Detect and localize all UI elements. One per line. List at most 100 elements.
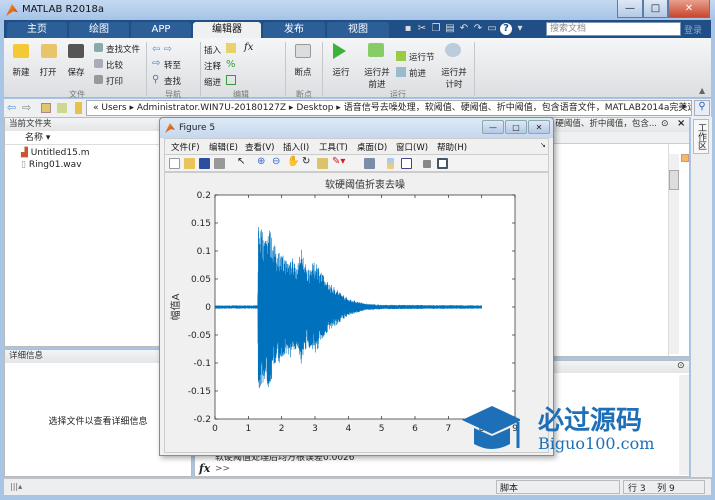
back-icon[interactable]: ⇦ ⇨ xyxy=(152,44,172,55)
menu-view[interactable]: 查看(V) xyxy=(245,141,274,153)
tab-editor[interactable]: 编辑器 xyxy=(193,22,261,38)
new-figure-icon[interactable] xyxy=(169,158,180,169)
copy-icon[interactable]: ❐ xyxy=(430,23,442,35)
login-link[interactable]: 登录 xyxy=(684,23,702,36)
menu-edit[interactable]: 编辑(E) xyxy=(209,141,238,153)
watermark-subtext: Biguo100.com xyxy=(538,434,655,453)
indent-icon[interactable] xyxy=(226,75,236,85)
back-icon[interactable]: ⇦ xyxy=(7,101,16,114)
menu-insert[interactable]: 插入(I) xyxy=(283,141,309,153)
fx-icon[interactable]: fx xyxy=(199,462,210,475)
chevron-down-icon[interactable]: ▾ xyxy=(514,23,526,35)
browse-folder-icon[interactable] xyxy=(57,103,67,113)
show-plot-tools-icon[interactable] xyxy=(437,158,448,169)
run-time-button[interactable]: 运行并 计时 xyxy=(437,66,471,90)
open-button[interactable]: 打开 xyxy=(35,66,61,78)
command-prompt[interactable]: >> xyxy=(215,464,230,474)
open-file-icon[interactable] xyxy=(184,158,195,169)
editor-scrollbar[interactable] xyxy=(669,154,679,354)
editor-options-icon[interactable]: ⊙ xyxy=(661,119,669,129)
dock-icon[interactable]: ↘ xyxy=(540,141,546,149)
save-button[interactable]: 保存 xyxy=(62,66,90,78)
status-grip-icon[interactable]: |||▴ xyxy=(10,482,22,491)
menu-help[interactable]: 帮助(H) xyxy=(437,141,467,153)
new-button[interactable]: 新建 xyxy=(8,66,34,78)
search-folder-icon[interactable]: ⚲ xyxy=(694,100,710,116)
tab-home[interactable]: 主页 xyxy=(7,22,67,38)
compare-button[interactable]: 比较 xyxy=(106,59,123,71)
zoom-out-icon[interactable]: ⊖ xyxy=(272,156,280,167)
tab-publish[interactable]: 发布 xyxy=(263,22,325,38)
data-cursor-icon[interactable] xyxy=(317,158,328,169)
maximize-button[interactable]: □ xyxy=(643,0,668,18)
divider xyxy=(285,42,286,96)
up-folder-icon[interactable] xyxy=(41,103,51,113)
pan-icon[interactable]: ✋ xyxy=(287,156,299,167)
command-scrollbar[interactable] xyxy=(679,375,689,475)
menu-desktop[interactable]: 桌面(D) xyxy=(357,141,387,153)
zoom-in-icon[interactable]: ⊕ xyxy=(257,156,265,167)
find-files-button[interactable]: 查找文件 xyxy=(106,43,140,55)
cut-icon[interactable]: ✂ xyxy=(416,23,428,35)
y-axis-label: 幅值A xyxy=(169,293,182,320)
tab-apps[interactable]: APP xyxy=(131,22,191,38)
figure-title-bar[interactable]: Figure 5 — □ ✕ xyxy=(160,118,553,138)
path-dropdown-icon[interactable]: ▾ xyxy=(682,102,686,111)
editor-scroll-thumb[interactable] xyxy=(669,170,679,190)
path-segment[interactable]: Desktop xyxy=(296,103,333,113)
goto-button[interactable]: 转至 xyxy=(164,59,181,71)
path-segment[interactable]: Users xyxy=(101,103,126,113)
close-button[interactable]: ✕ xyxy=(668,0,710,18)
percent-icon[interactable]: % xyxy=(226,59,236,70)
print-figure-icon[interactable] xyxy=(214,158,225,169)
undo-icon[interactable]: ↶ xyxy=(458,23,470,35)
colorbar-icon[interactable] xyxy=(387,158,394,169)
path-input[interactable]: « Users ▸ Administrator.WIN7U-20180127Z … xyxy=(86,100,692,116)
find-files-icon xyxy=(94,43,103,52)
command-options-icon[interactable]: ⊙ xyxy=(677,361,685,371)
figure-maximize-button[interactable]: □ xyxy=(505,120,527,134)
breakpoints-button[interactable]: 断点 xyxy=(288,66,318,78)
insert-button[interactable]: 插入 xyxy=(204,44,221,56)
menu-file[interactable]: 文件(F) xyxy=(171,141,200,153)
switch-windows-icon[interactable]: ▭ xyxy=(486,23,498,35)
menu-window[interactable]: 窗口(W) xyxy=(396,141,428,153)
legend-icon[interactable] xyxy=(401,158,412,169)
insert-section-icon[interactable] xyxy=(226,43,236,53)
redo-icon[interactable]: ↷ xyxy=(472,23,484,35)
save-icon[interactable]: ▪ xyxy=(402,23,414,35)
workspace-tab[interactable]: 工作区 xyxy=(693,119,709,154)
path-segment[interactable]: 语音信号去噪处理，软阈值、硬阈值、折中阈值，包含语音文件，MATLAB2014a… xyxy=(344,103,691,113)
run-section-button[interactable]: 运行节 xyxy=(409,51,435,63)
figure-close-button[interactable]: ✕ xyxy=(528,120,550,134)
forward-icon[interactable]: ⇨ xyxy=(22,101,31,114)
pointer-icon[interactable]: ↖ xyxy=(237,156,245,167)
comment-button[interactable]: 注释 xyxy=(204,60,221,72)
tab-view[interactable]: 视图 xyxy=(327,22,389,38)
advance-button[interactable]: 前进 xyxy=(409,67,426,79)
minimize-button[interactable]: — xyxy=(617,0,643,18)
paste-icon[interactable]: ▤ xyxy=(444,23,456,35)
link-plot-icon[interactable] xyxy=(364,158,375,169)
help-icon[interactable]: ? xyxy=(500,23,512,35)
find-button[interactable]: 查找 xyxy=(164,75,181,87)
right-sidebar: 工作区 xyxy=(691,117,712,477)
save-figure-icon[interactable] xyxy=(199,158,210,169)
menu-tools[interactable]: 工具(T) xyxy=(319,141,348,153)
brush-icon[interactable]: ✎▾ xyxy=(332,156,345,167)
run-advance-button[interactable]: 运行并 前进 xyxy=(360,66,394,90)
y-tick-label: 0.15 xyxy=(191,219,211,229)
print-button[interactable]: 打印 xyxy=(106,75,123,87)
path-segment[interactable]: Administrator.WIN7U-20180127Z xyxy=(137,103,286,113)
hide-plot-tools-icon[interactable] xyxy=(423,160,431,168)
figure-minimize-button[interactable]: — xyxy=(482,120,504,134)
search-docs-input[interactable]: 搜索文档 xyxy=(546,22,681,36)
run-button[interactable]: 运行 xyxy=(326,66,356,78)
tab-plots[interactable]: 绘图 xyxy=(69,22,129,38)
fx-icon[interactable]: fx xyxy=(244,42,253,53)
editor-close-icon[interactable]: × xyxy=(677,118,685,129)
collapse-ribbon-icon[interactable]: ▲ xyxy=(699,86,705,95)
indent-button[interactable]: 缩进 xyxy=(204,76,221,88)
path-overflow[interactable]: « xyxy=(93,103,99,113)
rotate-icon[interactable]: ↻ xyxy=(302,156,310,167)
